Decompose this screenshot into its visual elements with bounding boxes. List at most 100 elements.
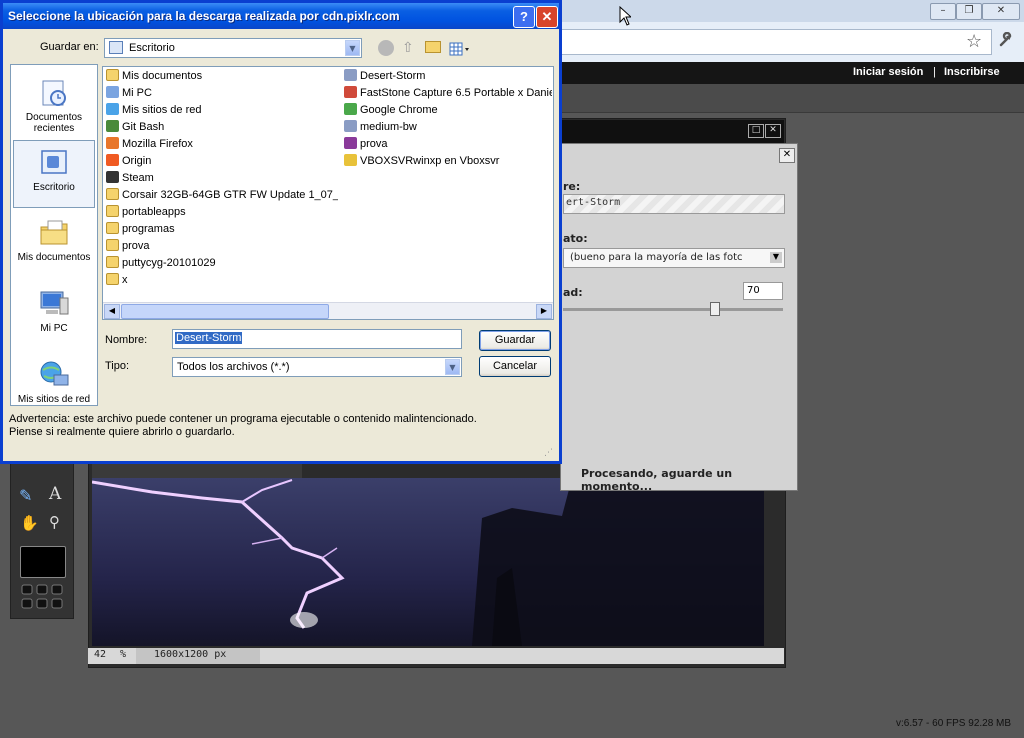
file-item[interactable]: programas bbox=[106, 222, 338, 239]
warning-line-1: Advertencia: este archivo puede contener… bbox=[9, 413, 477, 425]
pencil-icon[interactable]: ✎ bbox=[19, 486, 32, 505]
shortcut-icon bbox=[344, 154, 357, 166]
places-item-my-documents[interactable]: Mis documentos bbox=[11, 211, 97, 263]
filetype-select[interactable]: Todos los archivos (*.*) ▼ bbox=[172, 357, 462, 377]
scrollbar-thumb[interactable] bbox=[121, 304, 329, 319]
zoom-icon[interactable]: ⚲ bbox=[49, 513, 60, 531]
image-canvas[interactable] bbox=[92, 478, 764, 646]
close-icon[interactable]: ✕ bbox=[765, 124, 781, 138]
save-in-value: Escritorio bbox=[129, 42, 175, 54]
dialog-close-button[interactable]: ✕ bbox=[536, 6, 558, 28]
save-in-combo[interactable]: Escritorio ▼ bbox=[104, 38, 362, 58]
mouse-cursor-icon bbox=[619, 5, 633, 30]
image-status-bar: 42 % 1600x1200 px bbox=[88, 648, 784, 664]
places-item-network[interactable]: Mis sitios de red bbox=[11, 353, 97, 405]
save-panel-close-icon[interactable]: ✕ bbox=[779, 148, 795, 163]
close-window-button[interactable]: ✕ bbox=[982, 3, 1020, 20]
places-item-desktop[interactable]: Escritorio bbox=[13, 140, 95, 208]
cancel-button[interactable]: Cancelar bbox=[479, 356, 551, 377]
file-item[interactable]: Origin bbox=[106, 154, 338, 171]
quality-slider-thumb[interactable] bbox=[710, 302, 720, 316]
foreground-color-swatch[interactable] bbox=[20, 546, 66, 578]
image-file-icon bbox=[344, 69, 357, 81]
tools-panel: ✎ A ✋ ⚲ bbox=[10, 455, 74, 619]
auth-separator: | bbox=[933, 66, 936, 78]
file-item[interactable]: Mi PC bbox=[106, 86, 338, 103]
save-quality-value: 70 bbox=[747, 285, 760, 296]
chevron-down-icon: ▼ bbox=[770, 252, 782, 263]
file-item[interactable]: prova bbox=[106, 239, 338, 256]
dialog-title: Seleccione la ubicación para la descarga… bbox=[8, 9, 400, 23]
help-button[interactable]: ? bbox=[513, 6, 535, 28]
file-item[interactable]: portableapps bbox=[106, 205, 338, 222]
register-link[interactable]: Inscribirse bbox=[944, 66, 1000, 78]
places-item-recent[interactable]: Documentos recientes bbox=[11, 71, 97, 134]
resize-grip-icon[interactable]: ⋰ bbox=[544, 448, 556, 460]
minimize-window-button[interactable]: – bbox=[930, 3, 956, 20]
folder-icon bbox=[106, 222, 119, 234]
file-item[interactable]: medium-bw bbox=[344, 120, 552, 137]
maximize-icon[interactable]: □ bbox=[748, 124, 764, 138]
file-item[interactable]: Mis sitios de red bbox=[106, 103, 338, 120]
text-tool-icon[interactable]: A bbox=[49, 484, 61, 504]
color-presets-icon[interactable] bbox=[20, 584, 64, 610]
file-item[interactable]: VBOXSVRwinxp en Vboxsvr bbox=[344, 154, 552, 171]
file-name: Mozilla Firefox bbox=[122, 138, 193, 150]
winrar-icon bbox=[344, 137, 357, 149]
file-item[interactable]: Mozilla Firefox bbox=[106, 137, 338, 154]
file-item[interactable]: Corsair 32GB-64GB GTR FW Update 1_07_2 bbox=[106, 188, 338, 205]
back-icon[interactable] bbox=[378, 40, 394, 56]
address-bar[interactable] bbox=[520, 29, 992, 55]
scroll-left-icon[interactable]: ◀ bbox=[104, 304, 120, 319]
new-folder-icon[interactable] bbox=[425, 41, 441, 53]
file-item[interactable]: Mis documentos bbox=[106, 69, 338, 86]
hand-icon[interactable]: ✋ bbox=[20, 514, 39, 532]
save-name-input[interactable]: ert-Storm bbox=[563, 194, 785, 214]
my-documents-icon bbox=[38, 217, 70, 249]
filename-input[interactable]: Desert-Storm bbox=[172, 329, 462, 349]
file-item[interactable]: Git Bash bbox=[106, 120, 338, 137]
file-item[interactable]: FastStone Capture 6.5 Portable x Danie bbox=[344, 86, 552, 103]
warning-line-2: Piense si realmente quiere abrirlo o gua… bbox=[9, 426, 235, 438]
login-link[interactable]: Iniciar sesión bbox=[853, 66, 923, 78]
processing-message: Procesando, aguarde un momento... bbox=[581, 467, 733, 493]
file-name: prova bbox=[360, 138, 388, 150]
wrench-menu-icon[interactable] bbox=[998, 31, 1014, 48]
save-name-label: re: bbox=[563, 180, 581, 193]
file-item[interactable]: Desert-Storm bbox=[344, 69, 552, 86]
my-computer-icon bbox=[38, 288, 70, 320]
save-button[interactable]: Guardar bbox=[479, 330, 551, 351]
view-menu-icon[interactable] bbox=[449, 41, 471, 56]
file-item[interactable]: Steam bbox=[106, 171, 338, 188]
file-name: Mi PC bbox=[122, 87, 152, 99]
file-name: medium-bw bbox=[360, 121, 417, 133]
horizontal-scrollbar[interactable]: ◀ ▶ bbox=[103, 302, 553, 319]
file-item[interactable]: Google Chrome bbox=[344, 103, 552, 120]
filename-value: Desert-Storm bbox=[175, 332, 243, 344]
places-label: Documentos recientes bbox=[25, 112, 83, 134]
save-quality-label: ad: bbox=[563, 286, 583, 299]
save-quality-input[interactable]: 70 bbox=[743, 282, 783, 300]
places-item-my-pc[interactable]: Mi PC bbox=[11, 282, 97, 334]
up-folder-icon[interactable]: ⇧ bbox=[402, 40, 414, 56]
desktop-icon bbox=[38, 147, 70, 179]
file-name: Git Bash bbox=[122, 121, 165, 133]
save-format-select[interactable]: (bueno para la mayoría de las fotc ▼ bbox=[563, 248, 785, 268]
quality-slider[interactable] bbox=[563, 302, 783, 316]
file-name: FastStone Capture 6.5 Portable x Danie bbox=[360, 87, 552, 99]
firefox-icon bbox=[106, 137, 119, 149]
file-name: Steam bbox=[122, 172, 154, 184]
zoom-value[interactable]: 42 bbox=[94, 649, 106, 660]
my-documents-icon bbox=[106, 69, 119, 81]
file-item[interactable]: x bbox=[106, 273, 338, 290]
restore-window-button[interactable]: ❐ bbox=[956, 3, 982, 20]
places-bar: Documentos recientes Escritorio Mis docu… bbox=[10, 64, 98, 406]
save-format-label: ato: bbox=[563, 232, 588, 245]
filename-label: Nombre: bbox=[105, 334, 148, 346]
file-name: VBOXSVRwinxp en Vboxsvr bbox=[360, 155, 500, 167]
file-item[interactable]: prova bbox=[344, 137, 552, 154]
scroll-right-icon[interactable]: ▶ bbox=[536, 304, 552, 319]
bookmark-star-icon[interactable]: ☆ bbox=[966, 31, 982, 52]
file-item[interactable]: puttycyg-20101029 bbox=[106, 256, 338, 273]
faststone-icon bbox=[344, 86, 357, 98]
